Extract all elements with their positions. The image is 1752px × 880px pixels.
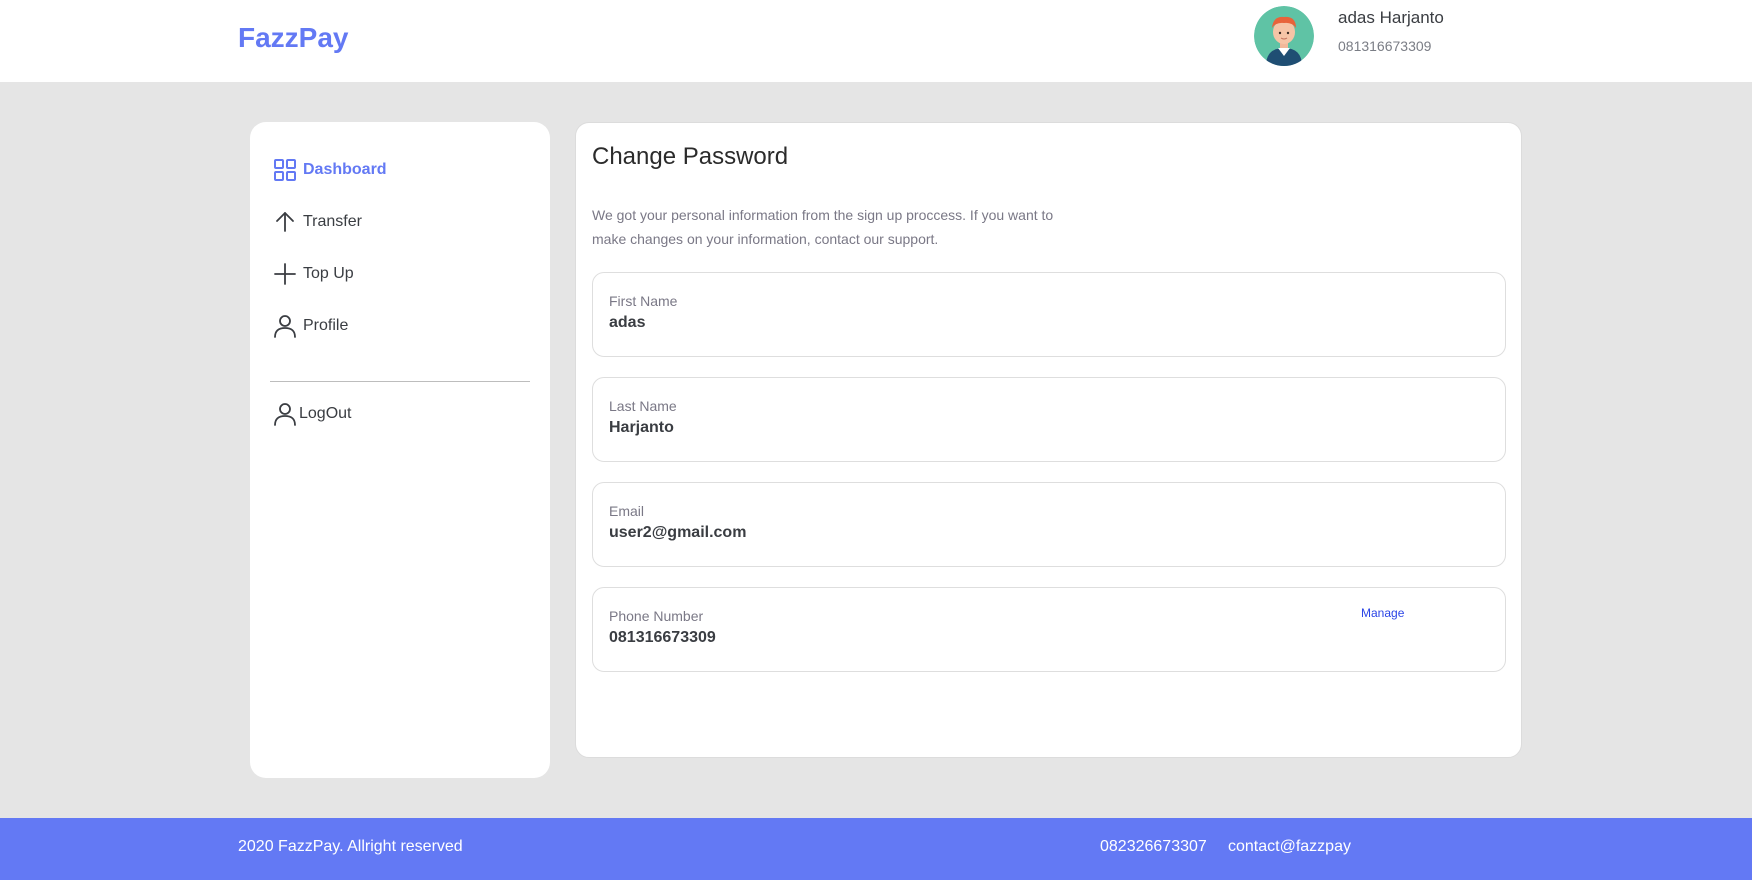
sidebar-item-dashboard[interactable]: Dashboard: [272, 157, 387, 183]
change-password-card: Change Password We got your personal inf…: [575, 122, 1522, 758]
sidebar: Dashboard Transfer Top Up Profile LogOut: [250, 122, 550, 778]
field-label: Phone Number: [609, 608, 704, 624]
logout-label: LogOut: [299, 405, 352, 422]
email-field[interactable]: Email user2@gmail.com: [592, 482, 1506, 567]
header-user-name: adas Harjanto: [1338, 8, 1444, 27]
header-user-phone: 081316673309: [1338, 38, 1432, 54]
field-value: user2@gmail.com: [609, 524, 747, 541]
user-icon: [272, 313, 298, 339]
field-value: 081316673309: [609, 629, 716, 646]
sidebar-item-label: Dashboard: [303, 161, 387, 178]
footer-phone: 082326673307: [1100, 838, 1207, 855]
sidebar-item-profile[interactable]: Profile: [272, 313, 348, 339]
last-name-field[interactable]: Last Name Harjanto: [592, 377, 1506, 462]
top-header: FazzPay adas Harjanto 081316673309: [0, 0, 1752, 82]
phone-number-field[interactable]: Phone Number 081316673309 Manage: [592, 587, 1506, 672]
sidebar-item-label: Top Up: [303, 265, 354, 282]
logout-button[interactable]: LogOut: [272, 401, 351, 427]
grid-icon: [272, 157, 298, 183]
field-label: Last Name: [609, 398, 677, 414]
field-value: Harjanto: [609, 419, 674, 436]
field-label: First Name: [609, 293, 678, 309]
first-name-field[interactable]: First Name adas: [592, 272, 1506, 357]
avatar-illustration-icon: [1254, 6, 1314, 66]
sidebar-item-transfer[interactable]: Transfer: [272, 209, 362, 235]
sidebar-divider: [270, 381, 530, 382]
page-title: Change Password: [592, 143, 789, 170]
footer-email[interactable]: contact@fazzpay: [1228, 838, 1351, 856]
sidebar-item-label: Profile: [303, 317, 349, 334]
manage-phone-link[interactable]: Manage: [1361, 606, 1404, 620]
app-logo[interactable]: FazzPay: [238, 22, 349, 54]
sidebar-item-top-up[interactable]: Top Up: [272, 261, 354, 287]
sidebar-item-label: Transfer: [303, 213, 362, 230]
avatar[interactable]: [1254, 6, 1314, 66]
plus-icon: [272, 261, 298, 287]
field-label: Email: [609, 503, 645, 519]
footer-copyright: 2020 FazzPay. Allright reserved: [238, 838, 463, 855]
arrow-up-icon: [272, 209, 298, 235]
field-value: adas: [609, 314, 646, 331]
footer: 2020 FazzPay. Allright reserved 08232667…: [0, 818, 1752, 880]
page-description: We got your personal information from th…: [592, 207, 1054, 247]
user-icon: [272, 401, 298, 427]
